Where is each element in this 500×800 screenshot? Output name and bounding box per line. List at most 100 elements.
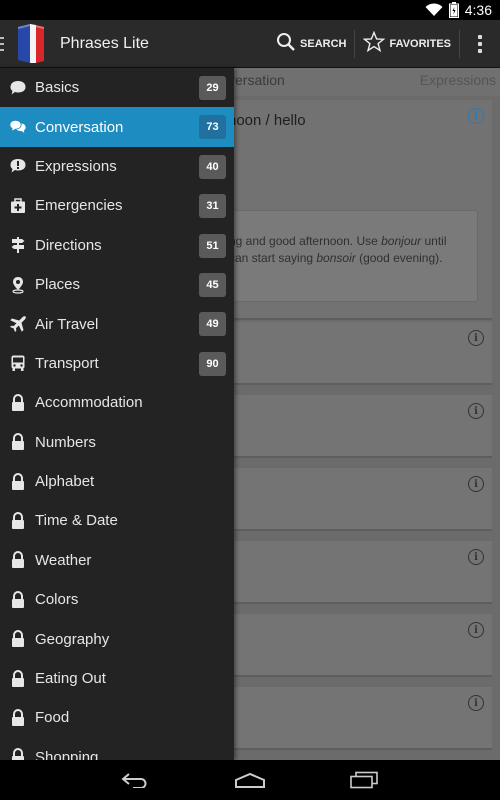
count-badge: 73 bbox=[199, 115, 226, 140]
info-icon[interactable]: i bbox=[468, 622, 484, 638]
wifi-icon bbox=[425, 3, 443, 17]
lock-icon bbox=[9, 748, 27, 760]
sidebar-item-colors[interactable]: Colors bbox=[0, 580, 234, 619]
phrase-note-text: ng and good afternoon. Use bonjour until… bbox=[229, 233, 477, 267]
recents-icon[interactable] bbox=[344, 765, 384, 795]
sidebar-item-conversation[interactable]: Conversation 73 bbox=[0, 107, 234, 147]
status-bar: 4:36 bbox=[0, 0, 500, 20]
search-label: SEARCH bbox=[300, 37, 347, 50]
sidebar-item-basics[interactable]: Basics 29 bbox=[0, 68, 234, 107]
lock-icon bbox=[9, 630, 27, 648]
system-nav-bar bbox=[0, 760, 500, 800]
sidebar-item-label: Colors bbox=[35, 591, 79, 609]
count-badge: 90 bbox=[199, 351, 226, 376]
phrase-card[interactable]: i bbox=[228, 322, 492, 385]
count-badge: 31 bbox=[199, 194, 226, 219]
sidebar-item-label: Food bbox=[35, 709, 70, 727]
airplane-icon bbox=[9, 315, 27, 333]
action-bar: Phrases Lite SEARCH FAVORITES bbox=[0, 20, 500, 68]
back-icon[interactable] bbox=[116, 765, 156, 795]
phrase-card[interactable]: i bbox=[228, 614, 492, 677]
conversation-icon bbox=[9, 118, 27, 136]
info-icon[interactable]: i bbox=[468, 549, 484, 565]
sidebar-item-label: Alphabet bbox=[35, 473, 95, 491]
note-term: bonsoir bbox=[316, 251, 356, 265]
sidebar-item-label: Time & Date bbox=[35, 512, 118, 530]
sidebar-item-transport[interactable]: Transport 90 bbox=[0, 344, 234, 383]
navigation-drawer: Basics 29 Conversation 73 Expressions 40… bbox=[0, 68, 234, 760]
sidebar-item-label: Places bbox=[35, 276, 81, 294]
lock-icon bbox=[9, 551, 27, 569]
speech-bubble-icon bbox=[9, 79, 27, 97]
count-badge: 40 bbox=[199, 154, 226, 179]
search-icon bbox=[276, 32, 296, 55]
sidebar-item-label: Weather bbox=[35, 551, 92, 569]
phrase-card[interactable]: i bbox=[228, 468, 492, 531]
phrase-card[interactable]: noon / hello i ng and good afternoon. Us… bbox=[228, 100, 492, 320]
sidebar-item-label: Geography bbox=[35, 630, 110, 648]
lock-icon bbox=[9, 472, 27, 491]
drawer-indicator-icon[interactable] bbox=[0, 36, 6, 51]
sidebar-item-expressions[interactable]: Expressions 40 bbox=[0, 147, 234, 186]
sidebar-item-air-travel[interactable]: Air Travel 49 bbox=[0, 304, 234, 343]
bus-icon bbox=[9, 354, 27, 372]
phone-screen: 4:36 Phrases Lite SEARCH FAVORITES versa… bbox=[0, 0, 500, 800]
search-button[interactable]: SEARCH bbox=[268, 20, 354, 67]
phrase-note: ng and good afternoon. Use bonjour until… bbox=[228, 210, 478, 302]
sidebar-item-label: Accommodation bbox=[35, 394, 143, 412]
sidebar-item-label: Air Travel bbox=[35, 315, 99, 333]
info-icon[interactable]: i bbox=[468, 108, 484, 124]
sidebar-item-geography[interactable]: Geography bbox=[0, 619, 234, 658]
info-icon[interactable]: i bbox=[468, 476, 484, 492]
count-badge: 45 bbox=[199, 272, 226, 297]
sidebar-item-label: Basics bbox=[35, 79, 80, 97]
lock-icon bbox=[9, 393, 27, 412]
info-icon[interactable]: i bbox=[468, 330, 484, 346]
sidebar-item-label: Emergencies bbox=[35, 197, 123, 215]
phrase-title: noon / hello bbox=[228, 112, 306, 129]
count-badge: 51 bbox=[199, 233, 226, 258]
phrase-card[interactable]: i bbox=[228, 395, 492, 458]
sidebar-item-food[interactable]: Food bbox=[0, 698, 234, 737]
sidebar-item-emergencies[interactable]: Emergencies 31 bbox=[0, 186, 234, 225]
lock-icon bbox=[9, 708, 27, 727]
info-icon[interactable]: i bbox=[468, 403, 484, 419]
sidebar-item-eating-out[interactable]: Eating Out bbox=[0, 659, 234, 698]
note-term: bonjour bbox=[381, 234, 422, 248]
sidebar-item-label: Numbers bbox=[35, 433, 96, 451]
phrase-card[interactable]: i bbox=[228, 541, 492, 604]
sidebar-item-alphabet[interactable]: Alphabet bbox=[0, 462, 234, 501]
note-text-part: ng and good afternoon. Use bbox=[229, 234, 382, 248]
sidebar-item-weather[interactable]: Weather bbox=[0, 541, 234, 580]
note-text-part: until bbox=[421, 234, 447, 248]
sidebar-item-label: Expressions bbox=[35, 157, 117, 175]
lock-icon bbox=[9, 512, 27, 530]
lock-icon bbox=[9, 433, 27, 451]
note-text-part: can start saying bbox=[229, 251, 317, 265]
battery-icon bbox=[448, 2, 459, 18]
sidebar-item-shopping[interactable]: Shopping bbox=[0, 738, 234, 760]
star-icon bbox=[363, 30, 386, 56]
sidebar-item-time-date[interactable]: Time & Date bbox=[0, 501, 234, 540]
overflow-menu-icon[interactable] bbox=[460, 20, 500, 67]
home-icon[interactable] bbox=[230, 765, 270, 795]
tab-expressions[interactable]: Expressions bbox=[420, 72, 496, 88]
sidebar-item-accommodation[interactable]: Accommodation bbox=[0, 383, 234, 422]
first-aid-icon bbox=[9, 197, 27, 215]
sidebar-item-label: Shopping bbox=[35, 748, 99, 760]
action-bar-actions: SEARCH FAVORITES bbox=[268, 20, 500, 67]
lock-icon bbox=[9, 590, 27, 609]
count-badge: 49 bbox=[199, 312, 226, 337]
info-icon[interactable]: i bbox=[468, 695, 484, 711]
sidebar-item-places[interactable]: Places 45 bbox=[0, 265, 234, 304]
signpost-icon bbox=[9, 236, 27, 254]
sidebar-item-numbers[interactable]: Numbers bbox=[0, 423, 234, 462]
status-time: 4:36 bbox=[464, 2, 492, 18]
favorites-button[interactable]: FAVORITES bbox=[355, 20, 459, 67]
sidebar-item-directions[interactable]: Directions 51 bbox=[0, 226, 234, 265]
tab-conversation[interactable]: versation bbox=[228, 72, 285, 88]
french-flag-app-icon[interactable] bbox=[14, 23, 48, 65]
sidebar-item-label: Conversation bbox=[35, 118, 124, 136]
map-pin-icon bbox=[9, 276, 27, 294]
phrase-card[interactable]: i bbox=[228, 687, 492, 750]
